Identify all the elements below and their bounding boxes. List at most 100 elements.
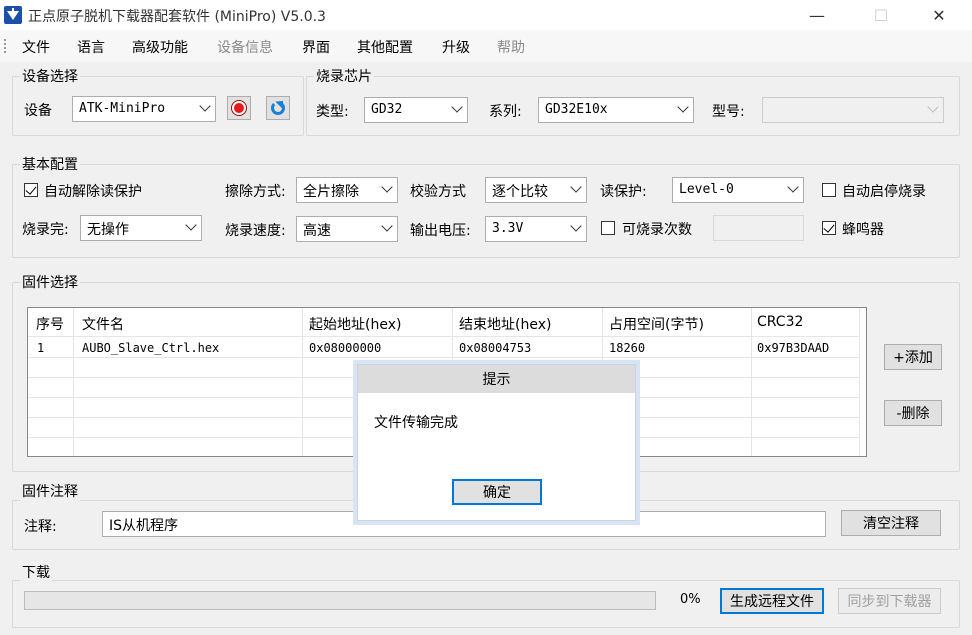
chip-type-value: GD32 xyxy=(371,102,403,117)
erase-value: 全片擦除 xyxy=(303,184,359,200)
column-divider xyxy=(859,308,860,456)
menu-bar: 文件 语言 高级功能 设备信息 界面 其他配置 升级 帮助 xyxy=(0,30,972,62)
sync-to-downloader-button[interactable]: 同步到下载器 xyxy=(838,588,941,614)
col-header-index[interactable]: 序号 xyxy=(36,314,64,334)
verify-select[interactable]: 逐个比较 xyxy=(485,177,587,203)
speed-value: 高速 xyxy=(303,223,331,239)
col-header-end-addr[interactable]: 结束地址(hex) xyxy=(459,314,551,334)
cell-start-addr: 0x08000000 xyxy=(309,341,382,355)
menu-device-info[interactable]: 设备信息 xyxy=(217,37,273,57)
menu-upgrade[interactable]: 升级 xyxy=(442,37,470,57)
menu-file[interactable]: 文件 xyxy=(22,37,50,57)
cell-index: 1 xyxy=(37,341,45,355)
auto-start-stop-checkbox[interactable] xyxy=(822,183,836,197)
title-bar: 正点原子脱机下载器配套软件 (MiniPro) V5.0.3 — ☐ ✕ xyxy=(0,0,972,30)
window-title: 正点原子脱机下载器配套软件 (MiniPro) V5.0.3 xyxy=(28,9,326,25)
device-select[interactable]: ATK-MiniPro xyxy=(72,96,216,122)
chip-model-select[interactable] xyxy=(762,97,944,123)
voltage-value: 3.3V xyxy=(492,221,524,236)
progress-percent: 0% xyxy=(680,592,701,607)
maximize-button[interactable]: ☐ xyxy=(858,0,904,30)
read-protect-label: 读保护: xyxy=(600,184,647,200)
erase-label: 擦除方式: xyxy=(225,184,286,200)
refresh-button[interactable] xyxy=(266,96,290,120)
col-header-crc32[interactable]: CRC32 xyxy=(757,314,803,330)
menu-language[interactable]: 语言 xyxy=(77,37,105,57)
refresh-icon xyxy=(271,101,285,115)
chip-series-value: GD32E10x xyxy=(545,102,608,117)
column-divider xyxy=(751,308,752,456)
cell-end-addr: 0x08004753 xyxy=(459,341,532,355)
dialog-title[interactable]: 提示 xyxy=(358,365,635,393)
device-label: 设备 xyxy=(24,103,52,119)
burn-count-checkbox[interactable] xyxy=(601,221,615,235)
clear-comment-button[interactable]: 清空注释 xyxy=(841,510,941,536)
cell-size: 18260 xyxy=(609,341,646,355)
after-burn-value: 无操作 xyxy=(87,222,129,238)
after-burn-label: 烧录完: xyxy=(22,222,69,238)
chevron-down-icon xyxy=(570,220,582,232)
col-header-filename[interactable]: 文件名 xyxy=(82,314,124,334)
chevron-down-icon xyxy=(787,181,799,193)
add-firmware-button[interactable]: +添加 xyxy=(884,344,942,370)
col-header-size[interactable]: 占用空间(字节) xyxy=(609,314,704,334)
firmware-group-title: 固件选择 xyxy=(20,272,80,292)
menu-advanced[interactable]: 高级功能 xyxy=(132,37,188,57)
chevron-down-icon xyxy=(185,219,197,231)
chip-series-select[interactable]: GD32E10x xyxy=(538,97,694,123)
generate-remote-file-button[interactable]: 生成远程文件 xyxy=(720,588,824,614)
auto-start-stop-label: 自动启停烧录 xyxy=(842,184,926,200)
menu-interface[interactable]: 界面 xyxy=(302,37,330,57)
menu-help[interactable]: 帮助 xyxy=(497,37,525,57)
chip-group-title: 烧录芯片 xyxy=(314,66,374,86)
chevron-down-icon xyxy=(927,101,939,113)
dialog-message: 文件传输完成 xyxy=(374,415,458,431)
chevron-down-icon xyxy=(451,101,463,113)
record-button[interactable] xyxy=(227,96,251,120)
chevron-down-icon xyxy=(570,181,582,193)
cell-filename: AUBO_Slave_Ctrl.hex xyxy=(82,341,220,355)
prompt-dialog: 提示 文件传输完成 确定 xyxy=(357,364,636,521)
device-select-value: ATK-MiniPro xyxy=(79,101,166,116)
device-group-title: 设备选择 xyxy=(20,66,80,86)
download-group-title: 下载 xyxy=(20,562,52,582)
verify-value: 逐个比较 xyxy=(492,184,548,200)
menu-other-config[interactable]: 其他配置 xyxy=(357,37,413,57)
delete-firmware-button[interactable]: -删除 xyxy=(884,400,942,426)
erase-select[interactable]: 全片擦除 xyxy=(296,177,398,203)
app-logo-icon xyxy=(4,6,22,24)
chip-type-label: 类型: xyxy=(316,104,349,120)
chip-type-select[interactable]: GD32 xyxy=(364,97,468,123)
close-button[interactable]: ✕ xyxy=(916,0,962,30)
chevron-down-icon xyxy=(677,101,689,113)
buzzer-checkbox[interactable] xyxy=(822,221,836,235)
comment-group-title: 固件注释 xyxy=(20,481,80,501)
auto-unprotect-checkbox[interactable] xyxy=(24,183,38,197)
comment-label: 注释: xyxy=(24,519,57,535)
download-progress-bar xyxy=(24,591,656,610)
buzzer-label: 蜂鸣器 xyxy=(842,222,884,238)
chevron-down-icon xyxy=(199,100,211,112)
col-header-start-addr[interactable]: 起始地址(hex) xyxy=(309,314,401,334)
verify-label: 校验方式 xyxy=(410,184,466,200)
column-divider xyxy=(302,308,303,456)
after-burn-select[interactable]: 无操作 xyxy=(80,215,202,241)
burn-count-input[interactable] xyxy=(713,215,804,241)
chevron-down-icon xyxy=(381,220,393,232)
chip-series-label: 系列: xyxy=(489,104,522,120)
dialog-ok-button[interactable]: 确定 xyxy=(452,479,542,505)
speed-select[interactable]: 高速 xyxy=(296,216,398,242)
chip-model-label: 型号: xyxy=(712,104,745,120)
read-protect-value: Level-0 xyxy=(679,182,734,197)
table-row[interactable]: 1 AUBO_Slave_Ctrl.hex 0x08000000 0x08004… xyxy=(28,337,859,357)
voltage-select[interactable]: 3.3V xyxy=(485,216,587,242)
basic-config-title: 基本配置 xyxy=(20,154,80,174)
burn-count-label: 可烧录次数 xyxy=(622,222,692,238)
read-protect-select[interactable]: Level-0 xyxy=(672,177,804,203)
chevron-down-icon xyxy=(381,181,393,193)
minimize-button[interactable]: — xyxy=(794,0,840,30)
auto-unprotect-label: 自动解除读保护 xyxy=(44,184,142,200)
menu-grip-icon xyxy=(4,39,6,53)
column-divider xyxy=(73,308,74,456)
speed-label: 烧录速度: xyxy=(225,223,286,239)
